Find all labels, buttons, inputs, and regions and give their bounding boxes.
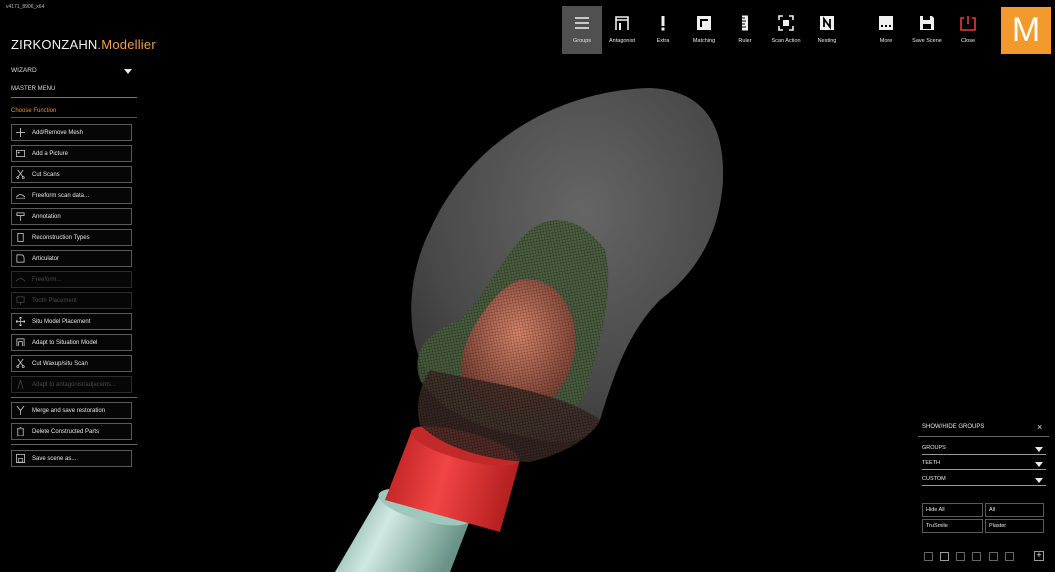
layout-slot-2[interactable] bbox=[940, 552, 949, 561]
trusmile-button[interactable]: TruSmile bbox=[922, 519, 983, 533]
master-menu-label: MASTER MENU bbox=[11, 86, 56, 92]
add-layout-plus-icon[interactable]: + bbox=[1034, 551, 1044, 561]
layout-slot-1[interactable] bbox=[924, 552, 933, 561]
annotation-button[interactable]: Annotation bbox=[11, 208, 132, 225]
toolbar-save-scene-button[interactable]: Save Scene bbox=[907, 6, 947, 54]
merge-save-restoration-button[interactable]: Merge and save restoration bbox=[11, 402, 132, 419]
articulator-button[interactable]: Articulator bbox=[11, 250, 132, 267]
wizard-label: WIZARD bbox=[11, 67, 37, 74]
version-label: v4171_8906_x64 bbox=[6, 4, 45, 10]
plus-icon bbox=[16, 128, 25, 137]
choose-function-heading: Choose Function bbox=[11, 108, 57, 114]
divider bbox=[11, 117, 137, 118]
toolbar-matching-button[interactable]: Matching bbox=[684, 6, 724, 54]
all-button[interactable]: All bbox=[985, 503, 1044, 517]
toolbar-more-button[interactable]: More bbox=[866, 6, 906, 54]
modellier-logo[interactable]: M bbox=[1001, 7, 1051, 54]
nesting-n-icon bbox=[820, 16, 834, 30]
ruler-icon bbox=[742, 15, 748, 31]
plaster-button[interactable]: Plaster bbox=[985, 519, 1044, 533]
custom-dropdown[interactable]: CUSTOM bbox=[922, 474, 1046, 486]
merge-icon bbox=[16, 406, 25, 415]
reconstruction-types-button[interactable]: Reconstruction Types bbox=[11, 229, 132, 246]
divider bbox=[11, 397, 137, 398]
floppy-disk-icon bbox=[920, 16, 934, 30]
picture-icon bbox=[16, 149, 25, 158]
reconstruction-icon bbox=[17, 233, 24, 242]
toolbar-nesting-button[interactable]: Nesting bbox=[807, 6, 847, 54]
wizard-dropdown[interactable]: WIZARD bbox=[11, 64, 137, 78]
freeform-icon bbox=[16, 194, 25, 199]
toolbar-ruler-button[interactable]: Ruler bbox=[725, 6, 765, 54]
matching-icon bbox=[697, 16, 711, 30]
antagonist-icon bbox=[615, 16, 629, 30]
freeform-scan-data-button[interactable]: Freeform scan data... bbox=[11, 187, 132, 204]
save-scene-icon bbox=[16, 454, 25, 463]
tooth-placement-button[interactable]: Tooth Placement bbox=[11, 292, 132, 309]
cut-waxup-button[interactable]: Cut Waxup/situ Scan bbox=[11, 355, 132, 372]
move-arrows-icon bbox=[16, 317, 25, 326]
trash-icon bbox=[16, 427, 25, 436]
scissors-icon bbox=[16, 359, 25, 368]
adapt-situation-model-button[interactable]: Adapt to Situation Model bbox=[11, 334, 132, 351]
articulator-icon bbox=[16, 254, 25, 263]
app-brand: ZIRKONZAHN.Modellier bbox=[11, 37, 156, 52]
delete-constructed-parts-button[interactable]: Delete Constructed Parts bbox=[11, 423, 132, 440]
antagonist-adapt-icon bbox=[17, 380, 24, 389]
hide-all-button[interactable]: Hide All bbox=[922, 503, 983, 517]
cut-scans-button[interactable]: Cut Scans bbox=[11, 166, 132, 183]
toolbar-close-button[interactable]: Close bbox=[948, 6, 988, 54]
3d-viewport[interactable] bbox=[0, 0, 1055, 572]
show-hide-groups-title: SHOW/HIDE GROUPS bbox=[922, 424, 985, 430]
divider bbox=[918, 436, 1049, 437]
adapt-antagonist-button[interactable]: Adapt to antagonist/adjacents... bbox=[11, 376, 132, 393]
chevron-down-icon bbox=[1035, 462, 1043, 467]
close-icon[interactable]: × bbox=[1037, 422, 1042, 432]
toolbar-scan-action-button[interactable]: Scan Action bbox=[766, 6, 806, 54]
layout-slot-4[interactable] bbox=[972, 552, 981, 561]
chevron-down-icon bbox=[1035, 447, 1043, 452]
save-scene-as-button[interactable]: Save scene as... bbox=[11, 450, 132, 467]
groups-dropdown[interactable]: GROUPS bbox=[922, 443, 1046, 455]
adapt-model-icon bbox=[16, 338, 25, 347]
scissors-icon bbox=[16, 170, 25, 179]
add-picture-button[interactable]: Add a Picture bbox=[11, 145, 132, 162]
master-menu-button[interactable]: MASTER MENU bbox=[11, 82, 137, 98]
tooth-placement-icon bbox=[16, 296, 25, 305]
brand-name: ZIRKONZAHN bbox=[11, 37, 98, 52]
brand-product: .Modellier bbox=[97, 37, 156, 52]
chevron-down-icon bbox=[124, 69, 132, 74]
layout-slot-6[interactable] bbox=[1005, 552, 1014, 561]
teeth-dropdown[interactable]: TEETH bbox=[922, 458, 1046, 470]
power-close-icon bbox=[960, 16, 976, 31]
layout-slot-3[interactable] bbox=[956, 552, 965, 561]
add-remove-mesh-button[interactable]: Add/Remove Mesh bbox=[11, 124, 132, 141]
chevron-down-icon bbox=[1035, 478, 1043, 483]
annotation-pin-icon bbox=[16, 212, 25, 221]
layout-slot-5[interactable] bbox=[989, 552, 998, 561]
toolbar-antagonist-button[interactable]: Antagonist bbox=[602, 6, 642, 54]
toolbar-groups-button[interactable]: Groups bbox=[562, 6, 602, 54]
exclamation-icon bbox=[661, 16, 665, 31]
scan-action-icon bbox=[778, 15, 794, 31]
toolbar-extra-button[interactable]: Extra bbox=[643, 6, 683, 54]
freeform-button[interactable]: Freeform... bbox=[11, 271, 132, 288]
more-icon bbox=[879, 16, 893, 30]
situ-model-placement-button[interactable]: Situ Model Placement bbox=[11, 313, 132, 330]
divider bbox=[11, 444, 137, 445]
freeform-icon bbox=[16, 278, 25, 282]
groups-menu-icon bbox=[575, 17, 589, 29]
